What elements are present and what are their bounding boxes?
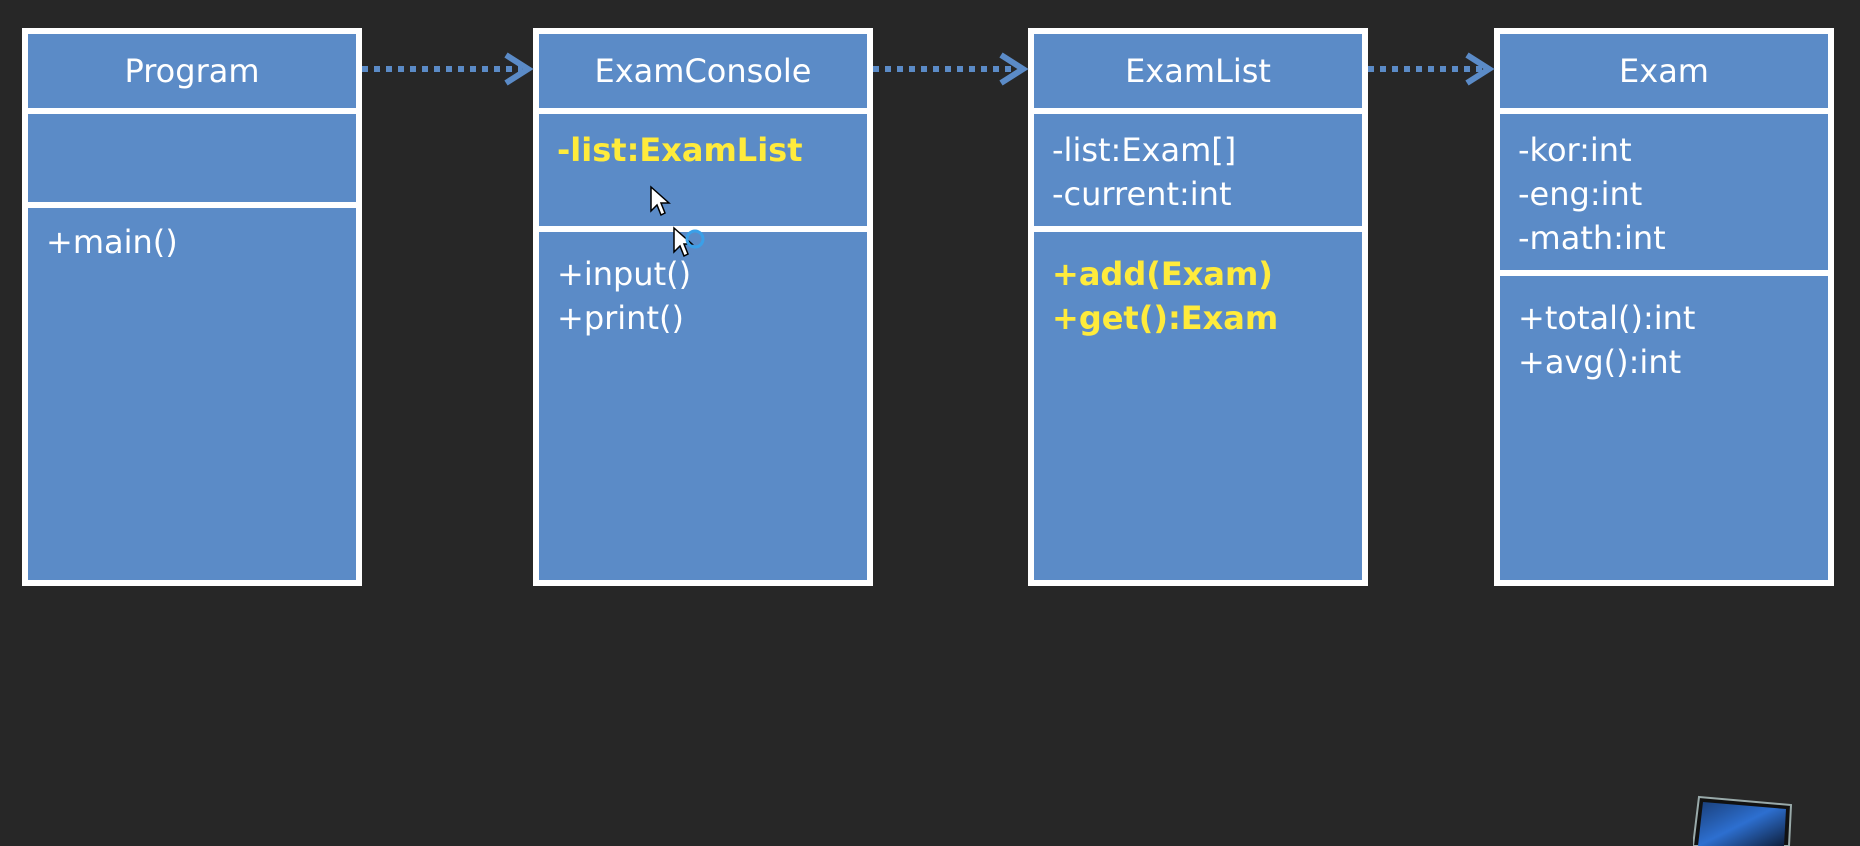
dependency-examconsole-examlist xyxy=(873,52,1029,86)
dependency-arrows xyxy=(362,52,1495,86)
mouse-cursor-icon xyxy=(650,185,671,217)
busy-cursor-icon xyxy=(673,226,705,258)
dependency-examlist-exam xyxy=(1368,52,1495,86)
screen-thumbnail-icon xyxy=(1693,795,1793,846)
dependency-program-examconsole xyxy=(362,52,534,86)
